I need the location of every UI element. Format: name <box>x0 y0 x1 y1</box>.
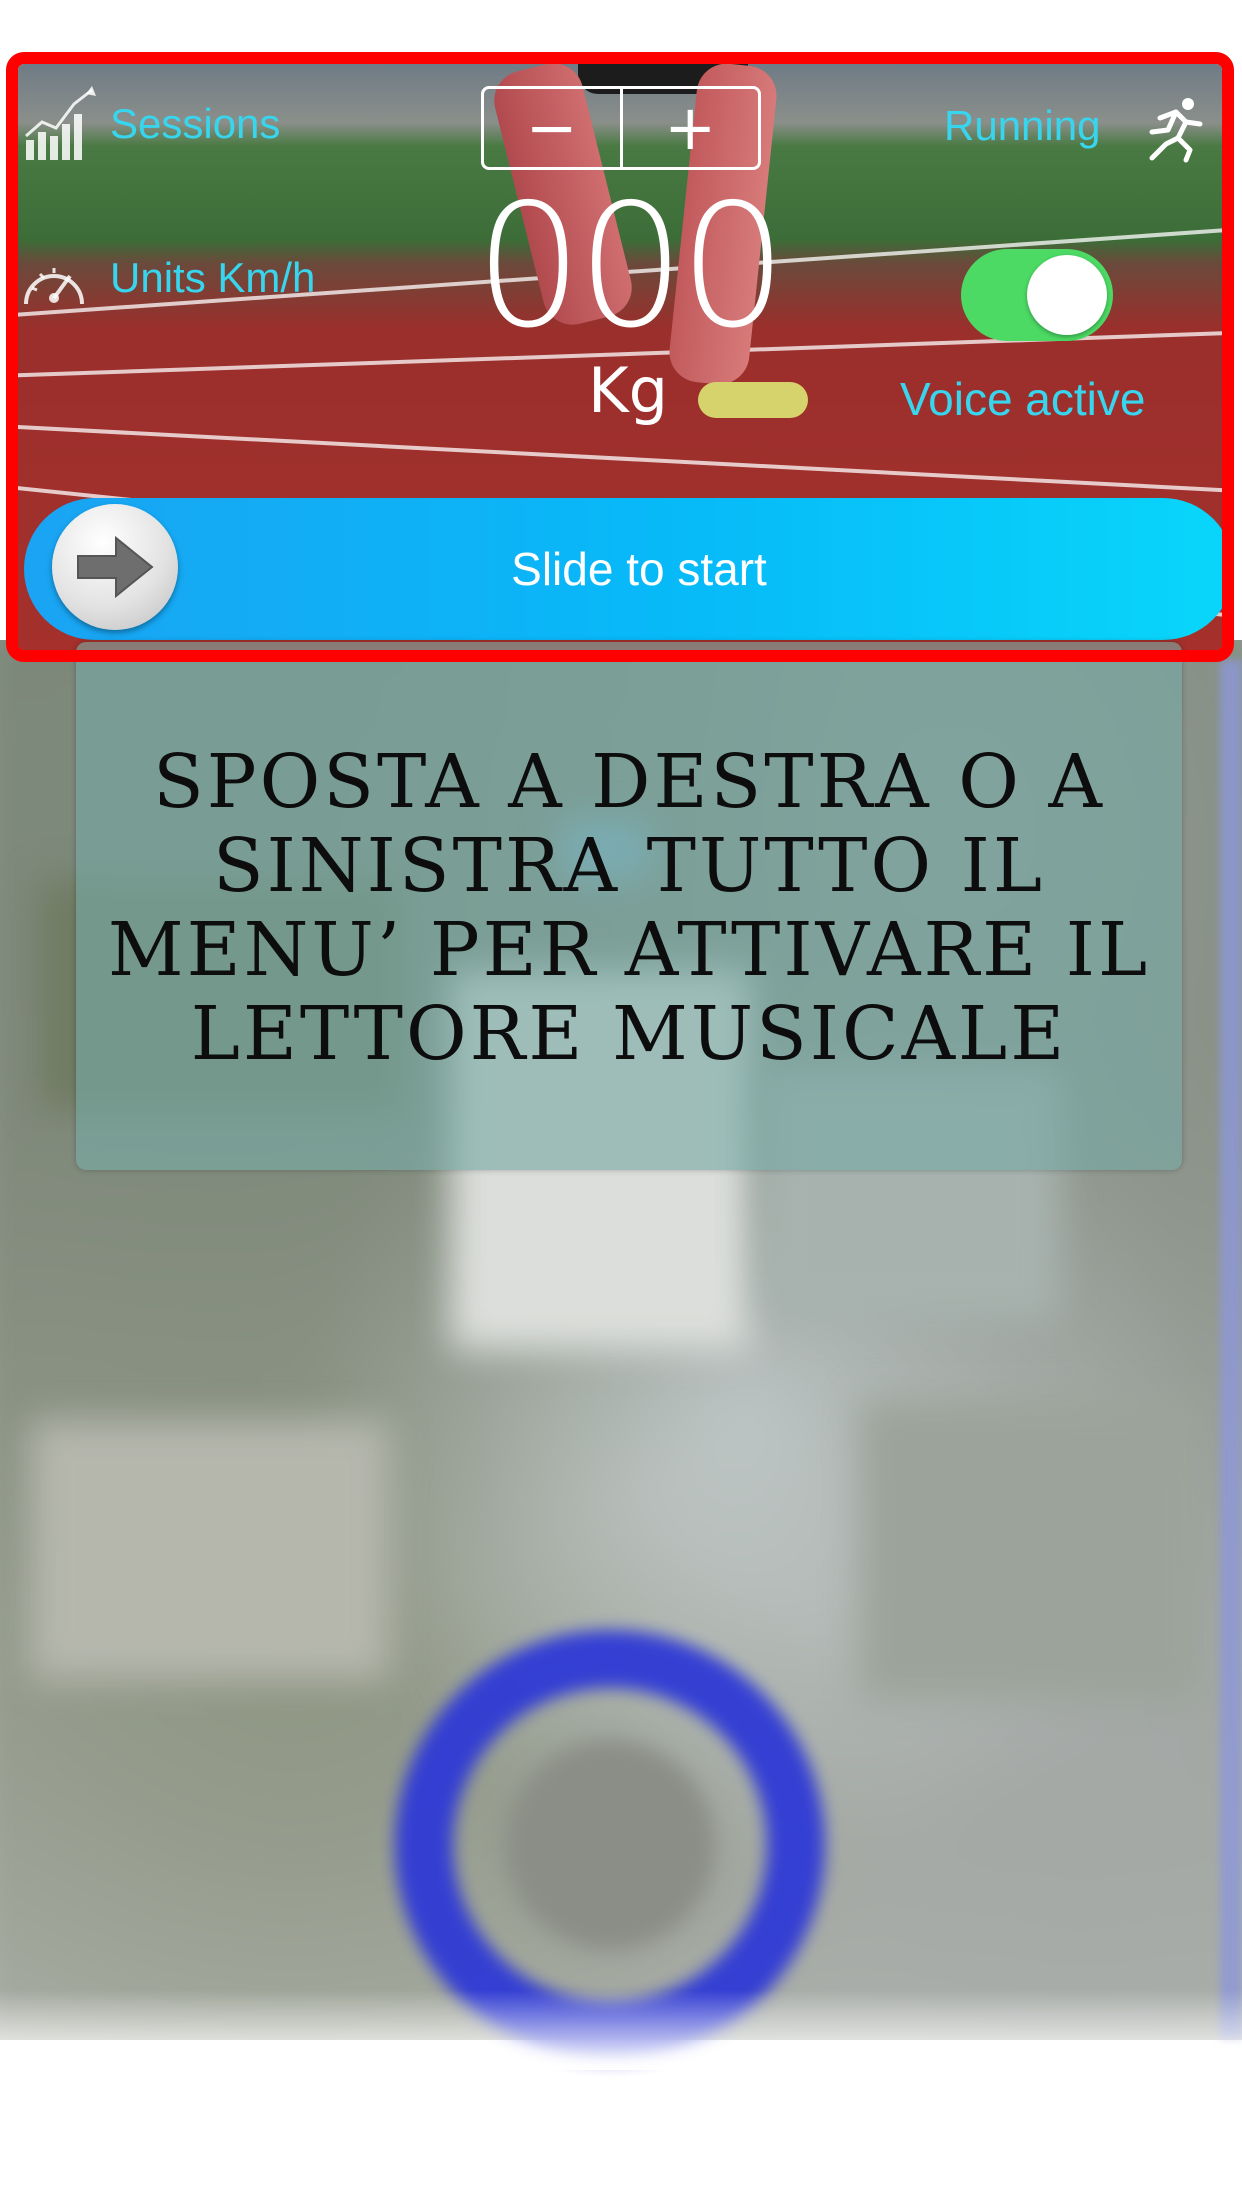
voice-label: Voice active <box>900 373 1146 425</box>
control-panel: Sessions Units Km/h − + 000 Kg Running V… <box>18 64 1222 650</box>
activity-label[interactable]: Running <box>944 102 1100 150</box>
runner-icon[interactable] <box>1138 94 1208 164</box>
instruction-text: Sposta a destra o a sinistra tutto il me… <box>107 739 1151 1077</box>
weight-value: 000 <box>474 168 787 366</box>
weight-stepper: − + <box>481 86 761 170</box>
sessions-label[interactable]: Sessions <box>110 100 280 148</box>
instruction-overlay: Sposta a destra o a sinistra tutto il me… <box>76 642 1182 1170</box>
map-edge <box>1220 660 1242 2040</box>
units-label[interactable]: Units Km/h <box>110 254 315 302</box>
speedometer-icon[interactable] <box>20 254 88 314</box>
arrow-right-icon <box>77 535 154 599</box>
decrement-button[interactable]: − <box>484 89 620 167</box>
increment-button[interactable]: + <box>623 89 759 167</box>
bar-chart-icon[interactable] <box>20 84 100 164</box>
weight-unit: Kg <box>587 354 668 427</box>
slide-to-start-label: Slide to start <box>511 543 767 595</box>
voice-toggle[interactable] <box>961 249 1113 341</box>
map-fade <box>0 1990 1242 2070</box>
location-ring-center <box>505 1740 715 1950</box>
toggle-knob <box>1027 255 1107 335</box>
slider-knob[interactable] <box>52 504 178 630</box>
app-screen: Sessions Units Km/h − + 000 Kg Running V… <box>0 0 1242 2208</box>
slide-to-start-slider[interactable]: Slide to start <box>24 498 1222 640</box>
